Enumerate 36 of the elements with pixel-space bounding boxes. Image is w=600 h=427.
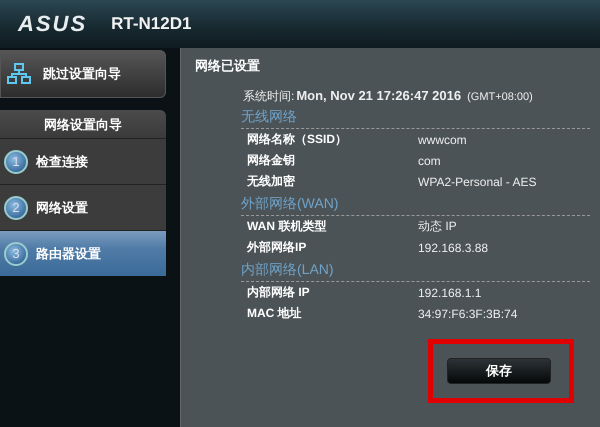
panel-title: 网络已设置 xyxy=(194,57,261,75)
field-value: 34:97:F6:3F:3B:74 xyxy=(418,306,518,320)
field-value: WPA2-Personal - AES xyxy=(418,174,536,188)
wizard-title: 网络设置向导 xyxy=(0,110,166,138)
step-label: 网络设置 xyxy=(36,198,88,216)
wizard-step[interactable]: 2 网络设置 xyxy=(0,184,166,230)
timezone: (GMT+08:00) xyxy=(467,91,533,103)
field-label: MAC 地址 xyxy=(247,305,303,322)
save-button[interactable]: 保存 xyxy=(447,358,551,384)
field-label: 网络金钥 xyxy=(247,152,296,169)
section-heading: 无线网络 xyxy=(241,108,590,129)
network-icon xyxy=(7,63,31,85)
wizard-step[interactable]: 3 路由器设置 xyxy=(0,230,166,276)
brand-logo: ASUS xyxy=(18,11,88,37)
system-time-label: 系统时间: xyxy=(243,88,294,105)
field-label: 网络名称（SSID） xyxy=(247,131,348,148)
wizard-step[interactable]: 1 检查连接 xyxy=(0,138,166,184)
skip-wizard-button[interactable]: 跳过设置向导 xyxy=(0,50,166,98)
step-label: 检查连接 xyxy=(36,152,88,170)
field-label: 无线加密 xyxy=(247,173,296,190)
step-number: 2 xyxy=(4,196,28,220)
field-value: 192.168.3.88 xyxy=(418,240,488,254)
field-label: WAN 联机类型 xyxy=(247,218,328,235)
field-value: 192.168.1.1 xyxy=(418,286,482,300)
field-value: com xyxy=(418,154,441,168)
field-value: wwwcom xyxy=(418,132,467,146)
field-label: 外部网络IP xyxy=(247,239,308,256)
model-name: RT-N12D1 xyxy=(111,14,192,34)
step-number: 1 xyxy=(4,150,28,174)
system-time: Mon, Nov 21 17:26:47 2016 xyxy=(296,88,462,103)
section-heading: 内部网络(LAN) xyxy=(241,261,590,282)
field-value: 动态 IP xyxy=(418,218,457,235)
section-heading: 外部网络(WAN) xyxy=(241,195,590,216)
step-label: 路由器设置 xyxy=(36,244,101,262)
step-number: 3 xyxy=(4,242,28,266)
field-label: 内部网络 IP xyxy=(247,284,311,301)
